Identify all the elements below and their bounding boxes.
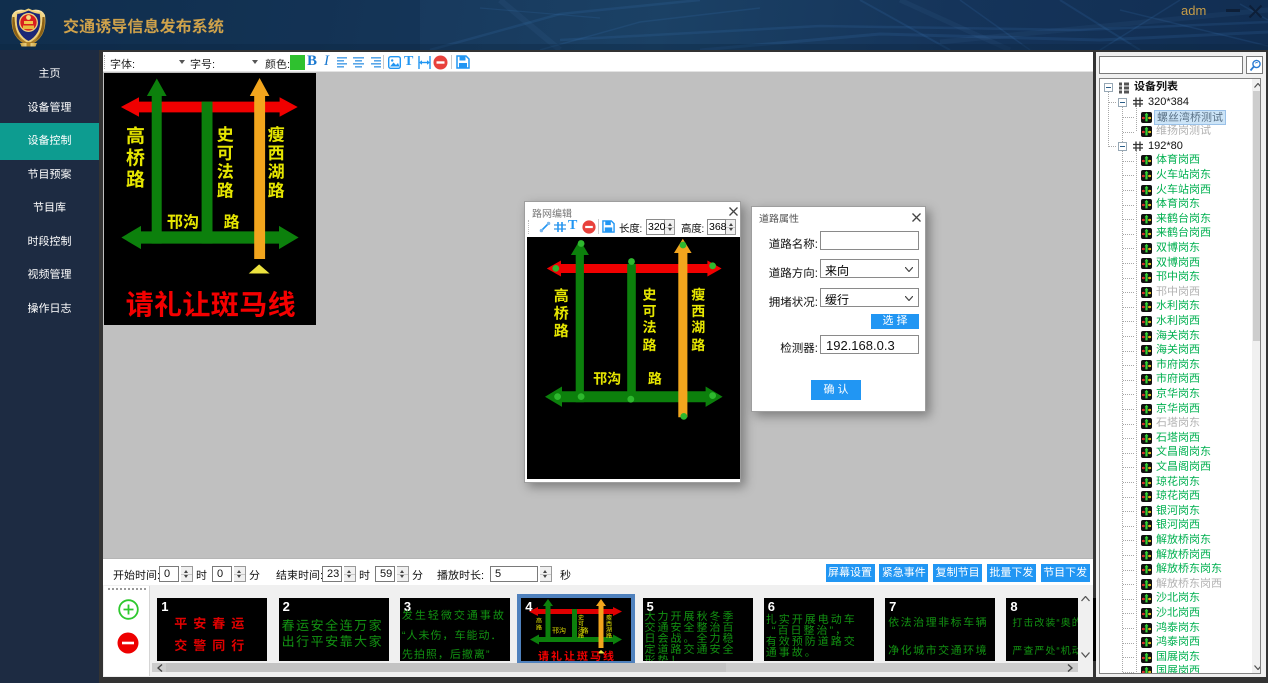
svg-text:法: 法 — [643, 317, 657, 337]
svg-text:湖: 湖 — [691, 317, 705, 337]
svg-text:路: 路 — [224, 209, 240, 233]
svg-text:路: 路 — [648, 368, 662, 388]
svg-text:路: 路 — [691, 335, 705, 355]
svg-text:路: 路 — [554, 320, 569, 341]
svg-text:邗沟: 邗沟 — [593, 368, 621, 388]
svg-text:邗沟: 邗沟 — [167, 209, 199, 233]
svg-text:路: 路 — [643, 335, 657, 355]
svg-text:路: 路 — [217, 176, 234, 201]
svg-text:路: 路 — [268, 176, 285, 201]
svg-text:请礼让斑马线: 请礼让斑马线 — [126, 283, 296, 323]
svg-text:路: 路 — [126, 165, 145, 192]
